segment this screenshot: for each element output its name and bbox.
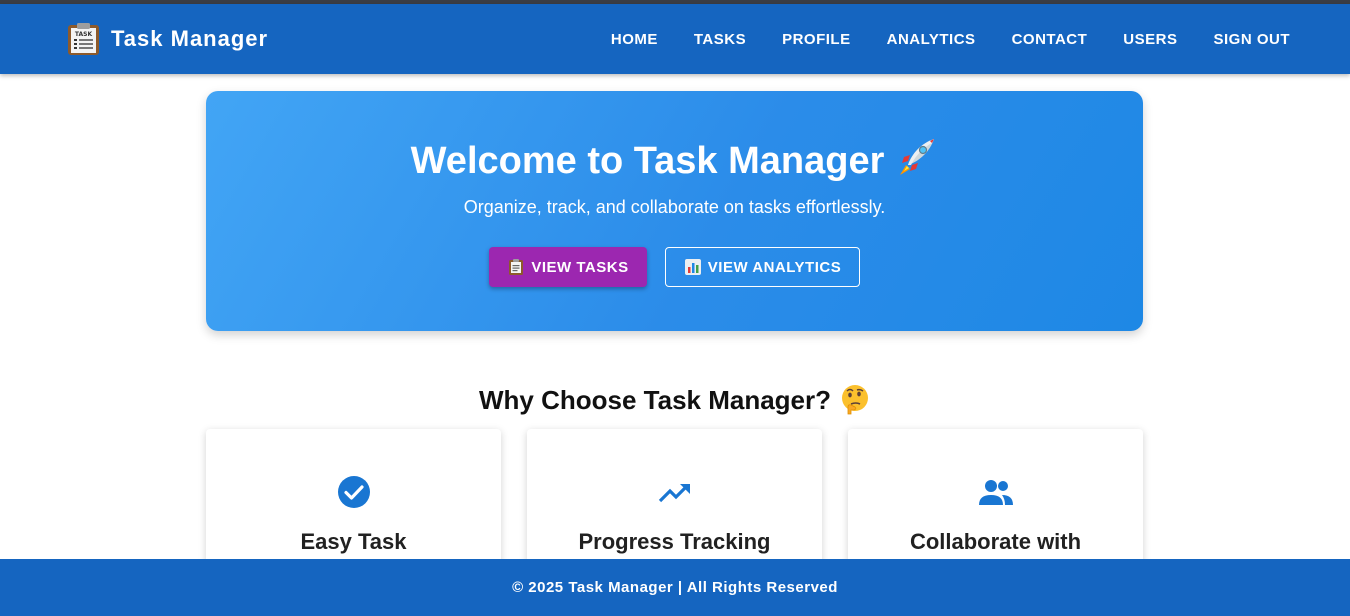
svg-text:TASK: TASK bbox=[75, 31, 93, 38]
rocket-icon bbox=[894, 135, 938, 179]
hero-banner: Welcome to Task Manager Organize, track,… bbox=[206, 91, 1143, 331]
feature-card-title: Collaborate with bbox=[909, 529, 1082, 554]
hero-title: Welcome to Task Manager bbox=[410, 140, 885, 182]
clipboard-icon bbox=[507, 258, 525, 276]
trending-up-icon bbox=[657, 474, 693, 510]
view-tasks-button[interactable]: VIEW TASKS bbox=[489, 247, 647, 287]
hero-subtitle: Organize, track, and collaborate on task… bbox=[463, 197, 886, 217]
nav-link-contact[interactable]: CONTACT bbox=[1012, 31, 1088, 48]
check-circle-icon bbox=[336, 474, 372, 510]
hero-actions: VIEW TASKS VIEW ANALYTICS bbox=[206, 247, 1143, 287]
thinking-face-icon bbox=[839, 383, 871, 415]
features-title: Why Choose Task Manager? bbox=[478, 385, 832, 415]
view-analytics-label: VIEW ANALYTICS bbox=[707, 258, 842, 276]
view-tasks-label: VIEW TASKS bbox=[531, 258, 629, 276]
feature-card-title: Easy Task bbox=[300, 529, 407, 554]
people-icon bbox=[978, 474, 1014, 510]
nav-link-analytics[interactable]: ANALYTICS bbox=[887, 31, 976, 48]
footer-copyright: © 2025 Task Manager | All Rights Reserve… bbox=[512, 579, 838, 596]
navbar: TASK Task Manager HOME TASKS PROFILE ANA… bbox=[0, 4, 1350, 74]
features-heading: Why Choose Task Manager? bbox=[0, 383, 1350, 416]
nav-link-sign-out[interactable]: SIGN OUT bbox=[1213, 31, 1290, 48]
bar-chart-icon bbox=[684, 258, 702, 276]
feature-card-title: Progress Tracking bbox=[578, 529, 771, 554]
page: TASK Task Manager HOME TASKS PROFILE ANA… bbox=[0, 0, 1350, 616]
nav-link-users[interactable]: USERS bbox=[1123, 31, 1177, 48]
nav-link-tasks[interactable]: TASKS bbox=[694, 31, 746, 48]
footer: © 2025 Task Manager | All Rights Reserve… bbox=[0, 559, 1350, 616]
nav-link-profile[interactable]: PROFILE bbox=[782, 31, 851, 48]
brand-title: Task Manager bbox=[111, 26, 269, 51]
hero-title-row: Welcome to Task Manager bbox=[206, 135, 1143, 183]
brand[interactable]: TASK Task Manager bbox=[67, 22, 268, 56]
main-nav: HOME TASKS PROFILE ANALYTICS CONTACT USE… bbox=[575, 4, 1290, 74]
nav-link-home[interactable]: HOME bbox=[611, 31, 658, 48]
view-analytics-button[interactable]: VIEW ANALYTICS bbox=[665, 247, 860, 287]
clipboard-icon: TASK bbox=[67, 22, 100, 56]
